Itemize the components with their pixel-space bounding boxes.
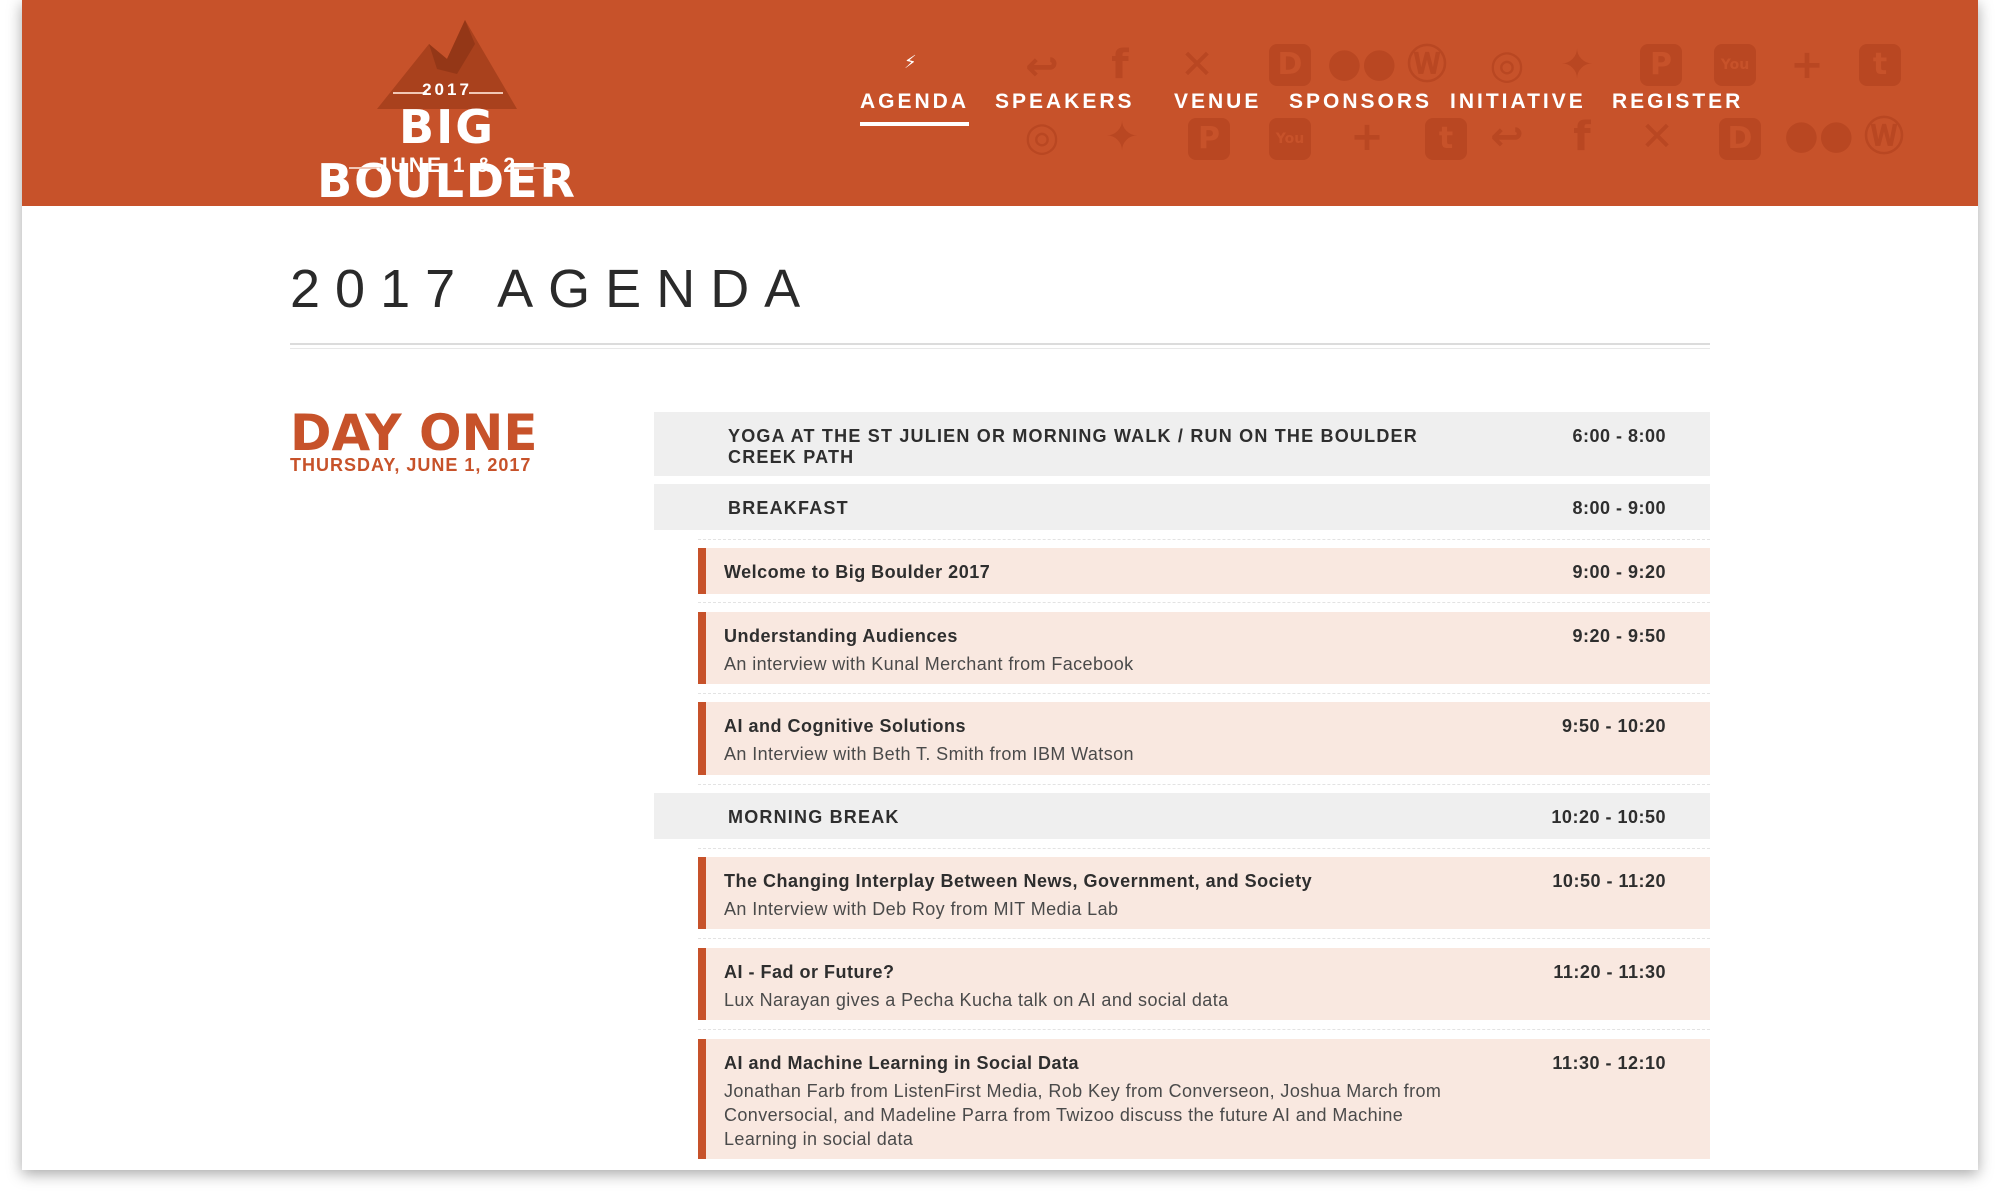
agenda-item-talk[interactable]: Welcome to Big Boulder 2017 9:00 - 9:20	[698, 548, 1710, 594]
agenda-item-talk[interactable]: AI and Machine Learning in Social Data J…	[698, 1039, 1710, 1159]
xing-icon: ✕	[1640, 114, 1674, 160]
big-boulder-logo[interactable]: 2017 BIG BOULDER JUNE 1 & 2	[287, 14, 607, 206]
agenda-item-talk[interactable]: The Changing Interplay Between News, Gov…	[698, 857, 1710, 929]
tumblr-icon: t	[1425, 118, 1467, 160]
facebook-icon: f	[1111, 42, 1129, 88]
tumblr-icon: t	[1859, 44, 1901, 86]
agenda-item-time: 9:00 - 9:20	[1572, 562, 1666, 582]
agenda-item-talk[interactable]: AI - Fad or Future? Lux Narayan gives a …	[698, 948, 1710, 1020]
facebook-icon: f	[1573, 114, 1591, 160]
agenda-item-title: AI - Fad or Future?	[724, 962, 895, 982]
logo-dates: JUNE 1 & 2	[375, 154, 519, 177]
disqus-icon: D	[1269, 44, 1311, 86]
nav-speakers-label: SPEAKERS	[995, 90, 1135, 113]
day-heading: DAY ONE	[290, 404, 538, 462]
agenda-item-time: 11:30 - 12:10	[1552, 1053, 1666, 1073]
agenda-item-description: An interview with Kunal Merchant from Fa…	[724, 654, 1134, 674]
instagram-icon: ◎	[1489, 42, 1525, 88]
youtube-icon: You	[1714, 44, 1756, 86]
xing-icon: ✕	[1180, 42, 1214, 88]
twitter-icon: ✦	[1560, 42, 1594, 88]
nav-venue-label: VENUE	[1174, 90, 1262, 113]
nav-venue[interactable]: VENUE	[1174, 90, 1261, 114]
logo-year: 2017	[422, 80, 472, 99]
nav-register[interactable]: REGISTER	[1612, 90, 1743, 114]
nav-agenda[interactable]: AGENDA	[860, 90, 970, 126]
day-date: THURSDAY, JUNE 1, 2017	[290, 455, 532, 475]
agenda-item-description: Lux Narayan gives a Pecha Kucha talk on …	[724, 990, 1229, 1010]
wordpress-icon: Ⓦ	[1407, 42, 1447, 88]
twitter-icon: ✦	[1105, 114, 1139, 160]
agenda-item-title: YOGA AT THE ST JULIEN OR MORNING WALK / …	[728, 426, 1418, 467]
agenda-item-title: Understanding Audiences	[724, 626, 958, 646]
agenda-item-time: 9:50 - 10:20	[1561, 716, 1666, 736]
logo-title: BIG BOULDER	[317, 100, 577, 206]
nav-active-underline	[860, 122, 970, 126]
agenda-item-general: BREAKFAST 8:00 - 9:00	[654, 484, 1710, 530]
agenda-item-talk[interactable]: Understanding Audiences An interview wit…	[698, 612, 1710, 684]
buffer-icon: ↩	[1025, 44, 1059, 90]
google-plus-icon: +	[1350, 114, 1384, 160]
agenda-item-time: 9:20 - 9:50	[1572, 626, 1666, 646]
row-divider	[698, 784, 1710, 785]
nav-register-label: REGISTER	[1612, 90, 1744, 113]
agenda-item-description: Jonathan Farb from ListenFirst Media, Ro…	[724, 1081, 1442, 1149]
agenda-item-time: 8:00 - 9:00	[1572, 498, 1666, 518]
agenda-item-time: 10:20 - 10:50	[1551, 807, 1666, 827]
google-plus-icon: +	[1790, 42, 1824, 88]
pinterest-icon: P	[1188, 118, 1230, 160]
agenda-item-description: An Interview with Deb Roy from MIT Media…	[724, 899, 1119, 919]
row-divider	[698, 848, 1710, 849]
nav-sponsors[interactable]: SPONSORS	[1289, 90, 1432, 114]
nav-speakers[interactable]: SPEAKERS	[995, 90, 1135, 114]
row-divider	[698, 1029, 1710, 1030]
pinterest-icon: P	[1640, 44, 1682, 86]
disqus-icon: D	[1719, 118, 1761, 160]
agenda-item-time: 6:00 - 8:00	[1572, 426, 1666, 446]
agenda-item-title: Welcome to Big Boulder 2017	[724, 562, 991, 582]
page-title: 2017 AGENDA	[290, 259, 816, 319]
youtube-icon: You	[1269, 118, 1311, 160]
agenda-item-time: 10:50 - 11:20	[1552, 871, 1666, 891]
site-header: ↩ f ✕ D ●● Ⓦ ◎ ✦ P You + t ◎ ✦ P You + t…	[22, 0, 1978, 206]
agenda-item-title: BREAKFAST	[728, 498, 849, 518]
agenda-item-title: AI and Cognitive Solutions	[724, 716, 966, 736]
agenda-item-title: MORNING BREAK	[728, 807, 900, 827]
wordpress-icon: Ⓦ	[1864, 114, 1904, 160]
lightning-bolt-icon: ⚡	[904, 52, 917, 72]
flickr-icon: ●●	[1327, 40, 1397, 86]
agenda-item-general: MORNING BREAK 10:20 - 10:50	[654, 793, 1710, 839]
row-divider	[698, 938, 1710, 939]
nav-agenda-label: AGENDA	[860, 90, 970, 113]
buffer-icon: ↩	[1490, 114, 1524, 160]
title-divider	[290, 343, 1710, 345]
agenda-item-description: An Interview with Beth T. Smith from IBM…	[724, 744, 1134, 764]
row-divider	[698, 602, 1710, 603]
row-divider	[698, 539, 1710, 540]
instagram-icon: ◎	[1024, 114, 1060, 160]
nav-initiative[interactable]: INITIATIVE	[1450, 90, 1586, 114]
agenda-item-talk[interactable]: AI and Cognitive Solutions An Interview …	[698, 702, 1710, 775]
page-frame: ↩ f ✕ D ●● Ⓦ ◎ ✦ P You + t ◎ ✦ P You + t…	[22, 0, 1978, 1170]
title-divider	[290, 348, 1710, 349]
agenda-item-title: AI and Machine Learning in Social Data	[724, 1053, 1080, 1073]
flickr-icon: ●●	[1784, 112, 1854, 158]
nav-initiative-label: INITIATIVE	[1450, 90, 1586, 113]
nav-sponsors-label: SPONSORS	[1289, 90, 1433, 113]
agenda-item-title: The Changing Interplay Between News, Gov…	[724, 871, 1313, 891]
agenda-item-time: 11:20 - 11:30	[1553, 962, 1666, 982]
row-divider	[698, 693, 1710, 694]
agenda-item-general: YOGA AT THE ST JULIEN OR MORNING WALK / …	[654, 412, 1710, 476]
